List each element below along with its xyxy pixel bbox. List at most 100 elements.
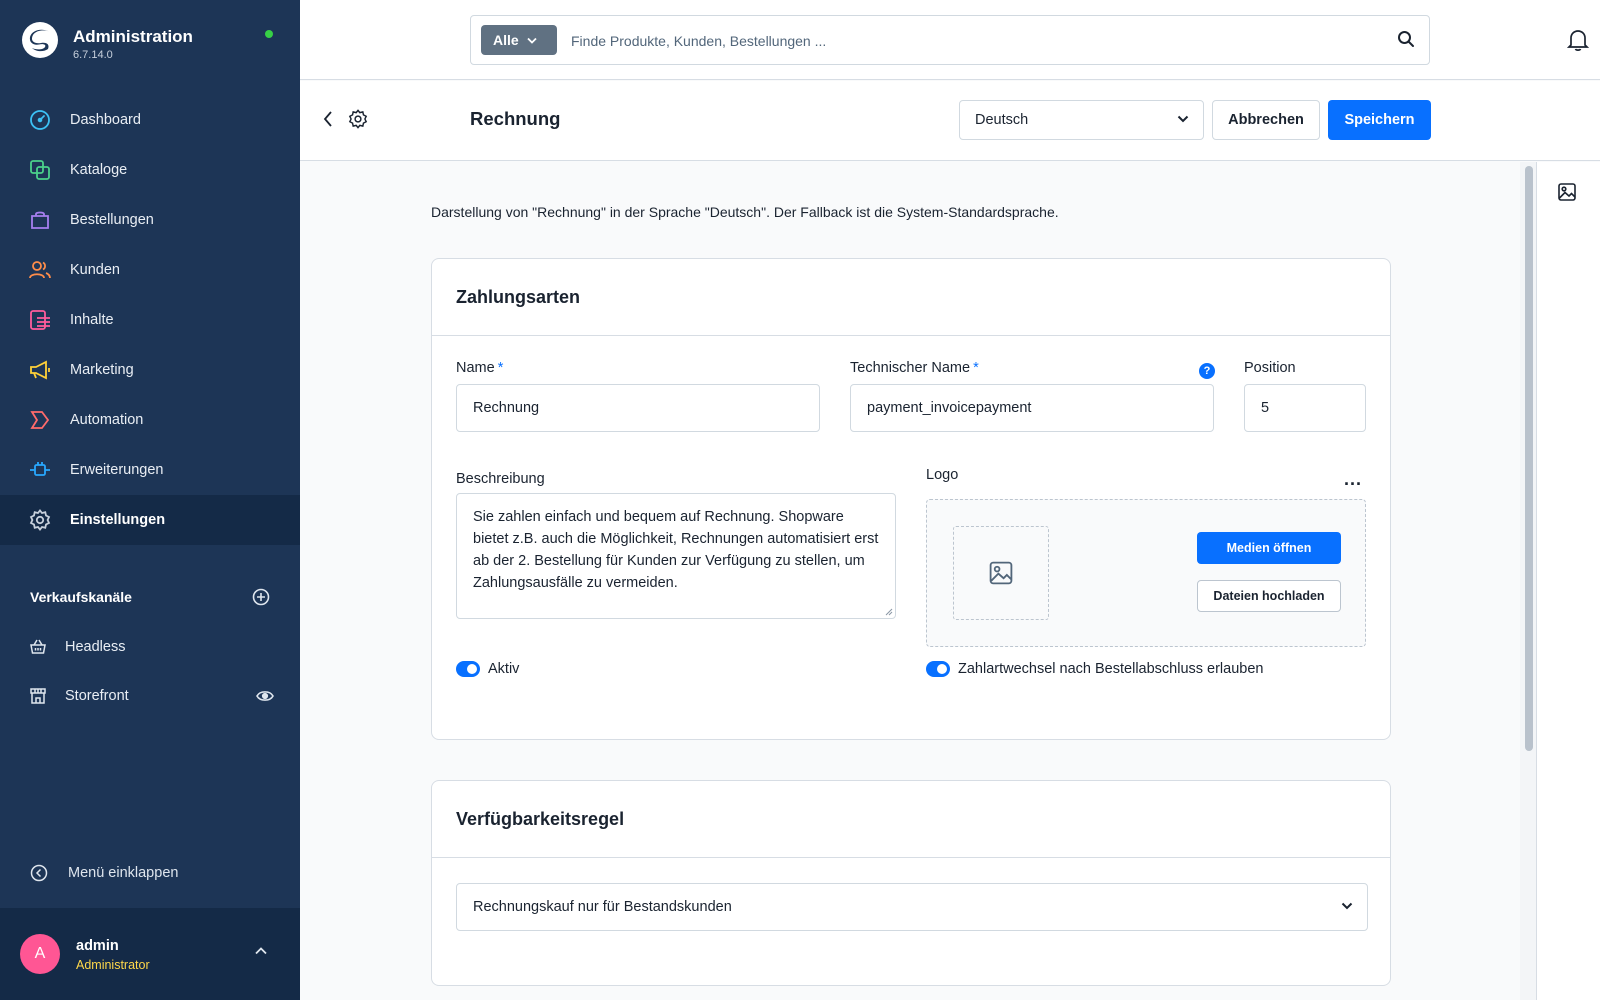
more-options-icon[interactable]: ... bbox=[1344, 469, 1362, 490]
eye-icon[interactable] bbox=[256, 689, 274, 703]
card-title: Verfügbarkeitsregel bbox=[456, 809, 625, 829]
technical-name-label-text: Technischer Name bbox=[850, 360, 971, 376]
availability-rule-select[interactable]: Rechnungskauf nur für Bestandskunden bbox=[456, 883, 1368, 931]
automation-icon bbox=[29, 409, 51, 431]
nav-label: Kunden bbox=[70, 262, 120, 278]
chevron-down-icon bbox=[1341, 902, 1353, 910]
nav-item-settings[interactable]: Einstellungen bbox=[0, 495, 300, 545]
sales-channel-headless[interactable]: Headless bbox=[29, 632, 274, 662]
app-title: Administration bbox=[73, 27, 193, 46]
nav-item-customers[interactable]: Kunden bbox=[0, 245, 300, 295]
media-upload-zone[interactable]: Medien öffnen Dateien hochladen bbox=[926, 499, 1366, 647]
active-toggle-row[interactable]: Aktiv bbox=[456, 661, 519, 677]
shopware-logo-icon bbox=[22, 22, 58, 58]
media-preview-placeholder bbox=[953, 526, 1049, 620]
basket-icon bbox=[30, 639, 46, 654]
payment-method-card: Zahlungsarten Name * Rechnung Technischer… bbox=[431, 258, 1391, 740]
content-icon bbox=[29, 309, 51, 331]
nav-item-orders[interactable]: Bestellungen bbox=[0, 195, 300, 245]
nav-label: Einstellungen bbox=[70, 512, 166, 528]
description-label: Beschreibung bbox=[456, 471, 545, 487]
chevron-down-icon bbox=[527, 37, 537, 44]
storefront-icon bbox=[30, 688, 46, 704]
chevron-up-icon[interactable] bbox=[254, 946, 268, 956]
search-input[interactable] bbox=[571, 28, 1351, 54]
name-field[interactable]: Rechnung bbox=[456, 384, 820, 432]
allow-change-toggle-row[interactable]: Zahlartwechsel nach Bestellabschluss erl… bbox=[926, 661, 1263, 677]
nav-label: Inhalte bbox=[70, 312, 114, 328]
description-textarea[interactable]: Sie zahlen einfach und bequem auf Rechnu… bbox=[456, 493, 896, 619]
open-media-button[interactable]: Medien öffnen bbox=[1197, 532, 1341, 564]
position-label: Position bbox=[1244, 360, 1296, 376]
sales-channel-label: Headless bbox=[65, 639, 126, 655]
active-label: Aktiv bbox=[488, 661, 520, 677]
nav-label: Kataloge bbox=[70, 162, 128, 178]
help-icon[interactable]: ? bbox=[1199, 363, 1215, 379]
language-info-text: Darstellung von "Rechnung" in der Sprach… bbox=[431, 204, 1059, 220]
online-status-dot bbox=[265, 30, 273, 38]
logo-label: Logo bbox=[926, 467, 959, 483]
position-field[interactable]: 5 bbox=[1244, 384, 1366, 432]
collapse-menu-label: Menü einklappen bbox=[68, 865, 179, 881]
active-switch[interactable] bbox=[456, 661, 480, 677]
gear-icon bbox=[29, 509, 51, 531]
required-mark: * bbox=[497, 360, 504, 376]
dashboard-icon bbox=[29, 109, 51, 131]
search-scope-dropdown[interactable]: Alle bbox=[481, 25, 557, 55]
avatar: A bbox=[20, 934, 60, 974]
sales-channels-title: Verkaufskanäle bbox=[30, 589, 132, 605]
sales-channel-storefront[interactable]: Storefront bbox=[29, 681, 274, 711]
user-bar[interactable]: A admin Administrator bbox=[0, 908, 300, 1000]
user-name: admin bbox=[76, 938, 119, 954]
nav-item-dashboard[interactable]: Dashboard bbox=[0, 95, 300, 145]
technical-name-field[interactable]: payment_invoicepayment bbox=[850, 384, 1214, 432]
name-label-text: Name bbox=[456, 360, 495, 376]
cancel-button[interactable]: Abbrechen bbox=[1212, 100, 1320, 140]
brand[interactable]: Administration 6.7.14.0 bbox=[22, 22, 193, 61]
technical-name-label: Technischer Name * bbox=[850, 360, 979, 376]
chevron-left-circle-icon bbox=[30, 864, 48, 882]
sales-channel-label: Storefront bbox=[65, 688, 129, 704]
required-mark: * bbox=[973, 360, 979, 376]
search-scope-label: Alle bbox=[493, 32, 519, 48]
availability-rule-value: Rechnungskauf nur für Bestandskunden bbox=[473, 899, 732, 915]
nav-item-automation[interactable]: Automation bbox=[0, 395, 300, 445]
top-bar: Alle bbox=[300, 0, 1600, 80]
search-icon[interactable] bbox=[1397, 30, 1415, 48]
app-version: 6.7.14.0 bbox=[73, 49, 113, 61]
nav-item-content[interactable]: Inhalte bbox=[0, 295, 300, 345]
nav-label: Bestellungen bbox=[70, 212, 154, 228]
card-title: Zahlungsarten bbox=[456, 287, 581, 307]
global-search: Alle bbox=[470, 15, 1430, 65]
save-button[interactable]: Speichern bbox=[1328, 100, 1431, 140]
bell-icon[interactable] bbox=[1567, 28, 1589, 52]
main-nav: Dashboard Kataloge Bestellungen Kunden I… bbox=[0, 95, 300, 545]
allow-change-label: Zahlartwechsel nach Bestellabschluss erl… bbox=[958, 661, 1264, 677]
nav-label: Erweiterungen bbox=[70, 462, 164, 478]
language-select[interactable]: Deutsch bbox=[959, 100, 1204, 140]
scrollbar-thumb[interactable] bbox=[1525, 166, 1533, 751]
sidebar: Administration 6.7.14.0 Dashboard Katalo… bbox=[0, 0, 300, 1000]
image-icon[interactable] bbox=[1557, 182, 1577, 202]
megaphone-icon bbox=[29, 359, 51, 381]
gear-icon[interactable] bbox=[348, 109, 368, 129]
upload-files-button[interactable]: Dateien hochladen bbox=[1197, 580, 1341, 612]
resize-grip-icon[interactable] bbox=[885, 608, 893, 616]
nav-label: Dashboard bbox=[70, 112, 141, 128]
plugin-icon bbox=[29, 459, 51, 481]
catalog-icon bbox=[29, 159, 51, 181]
nav-item-marketing[interactable]: Marketing bbox=[0, 345, 300, 395]
image-icon bbox=[989, 561, 1013, 585]
nav-item-extensions[interactable]: Erweiterungen bbox=[0, 445, 300, 495]
nav-item-catalogs[interactable]: Kataloge bbox=[0, 145, 300, 195]
back-arrow-icon[interactable] bbox=[322, 110, 334, 128]
availability-rule-card: Verfügbarkeitsregel Rechnungskauf nur fü… bbox=[431, 780, 1391, 986]
card-divider bbox=[432, 857, 1390, 858]
add-sales-channel-icon[interactable] bbox=[252, 588, 270, 606]
allow-change-switch[interactable] bbox=[926, 661, 950, 677]
language-select-value: Deutsch bbox=[975, 112, 1029, 128]
brand-text: Administration 6.7.14.0 bbox=[73, 22, 193, 61]
collapse-menu[interactable]: Menü einklappen bbox=[30, 864, 178, 882]
description-text: Sie zahlen einfach und bequem auf Rechnu… bbox=[473, 509, 879, 591]
bag-icon bbox=[29, 209, 51, 231]
